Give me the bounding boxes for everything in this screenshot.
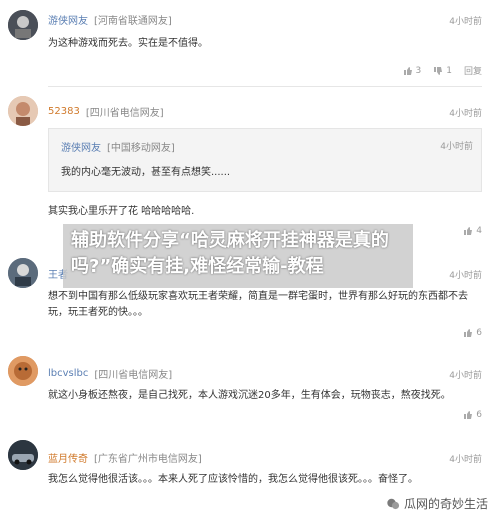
comment-header: 52383 [四川省电信网友] [48,104,164,119]
downvote-button[interactable]: 1 [433,66,452,76]
thumbs-up-icon [464,227,473,235]
avatar-image [8,440,38,470]
upvote-button[interactable]: 6 [463,410,482,420]
avatar[interactable] [8,440,38,470]
user-location: [河南省联通网友] [94,16,172,27]
username[interactable]: 游侠网友 [48,12,88,27]
quoted-text: 我的内心毫无波动，甚至有点想笑...... [61,167,231,178]
divider [48,86,482,87]
upvote-count: 6 [476,410,482,420]
quoted-location: [中国移动网友] [107,143,175,154]
comment-text: 为这种游戏而死去。实在是不值得。 [48,38,208,49]
username[interactable]: lbcvslbc [48,368,88,379]
quoted-comment: 游侠网友 [中国移动网友] 4小时前 我的内心毫无波动，甚至有点想笑...... [48,128,482,192]
overlay-title: 辅助软件分享“哈灵麻将开挂神器是真的吗?”确实有挂,难怪经常输-教程 [63,224,413,288]
comment-time: 4小时前 [449,17,482,27]
comment-time: 4小时前 [449,109,482,119]
watermark-text: 瓜网的奇妙生活 [403,497,488,511]
quoted-time: 4小时前 [440,142,473,152]
comment-text: 就这小身板还熬夜，是自己找死，本人游戏沉迷20多年，生有体会，玩物丧志，熬夜找死… [48,390,451,401]
comment-text: 我怎么觉得他很活该。。。本来人死了应该怜惜的，我怎么觉得他很该死。。。奋怪了。 [48,474,418,485]
user-location: [四川省电信网友] [94,370,173,381]
upvote-count: 3 [415,65,422,76]
downvote-count: 1 [446,65,452,76]
avatar-image [8,258,38,288]
upvote-button[interactable]: 6 [463,328,482,338]
comment-time: 4小时前 [449,271,482,281]
thumbs-up-icon [464,329,473,337]
avatar[interactable] [8,96,38,126]
upvote-button[interactable]: 3 [403,65,422,76]
avatar-image [8,10,38,40]
comment-actions: 6 [463,410,482,420]
user-location: [广东省广州市电信网友] [94,454,202,465]
comment-text: 想不到中国有那么低级玩家喜欢玩王者荣耀，简直是一群宅蛋时，世界有那么好玩的东西都… [48,291,468,318]
avatar[interactable] [8,356,38,386]
comment-text: 其实我心里乐开了花 哈哈哈哈哈. [48,206,195,217]
thumbs-up-icon [464,411,473,419]
username[interactable]: 52383 [48,106,80,117]
avatar[interactable] [8,10,38,40]
wechat-icon [387,498,400,509]
upvote-count: 6 [476,328,482,338]
comment-actions: 6 [463,328,482,338]
comment-header: 蓝月传奇 [广东省广州市电信网友] [48,450,202,465]
watermark: 瓜网的奇妙生活 [386,495,488,512]
upvote-count: 4 [476,226,482,236]
quoted-username[interactable]: 游侠网友 [61,139,101,154]
comment-time: 4小时前 [449,455,482,465]
username[interactable]: 蓝月传奇 [48,450,88,465]
comment-actions: 4 [463,226,482,236]
avatar[interactable] [8,258,38,288]
avatar-image [8,356,38,386]
reply-button[interactable]: 回复 [464,64,482,77]
comment-time: 4小时前 [449,371,482,381]
thumbs-down-icon [434,66,443,75]
comment-header: 游侠网友 [河南省联通网友] [48,12,172,27]
thumbs-up-icon [403,66,412,75]
comment-header: lbcvslbc [四川省电信网友] [48,366,172,381]
upvote-button[interactable]: 4 [463,226,482,236]
user-location: [四川省电信网友] [85,108,164,119]
comment-actions: 3 1 回复 [403,64,482,77]
avatar-image [8,96,38,126]
